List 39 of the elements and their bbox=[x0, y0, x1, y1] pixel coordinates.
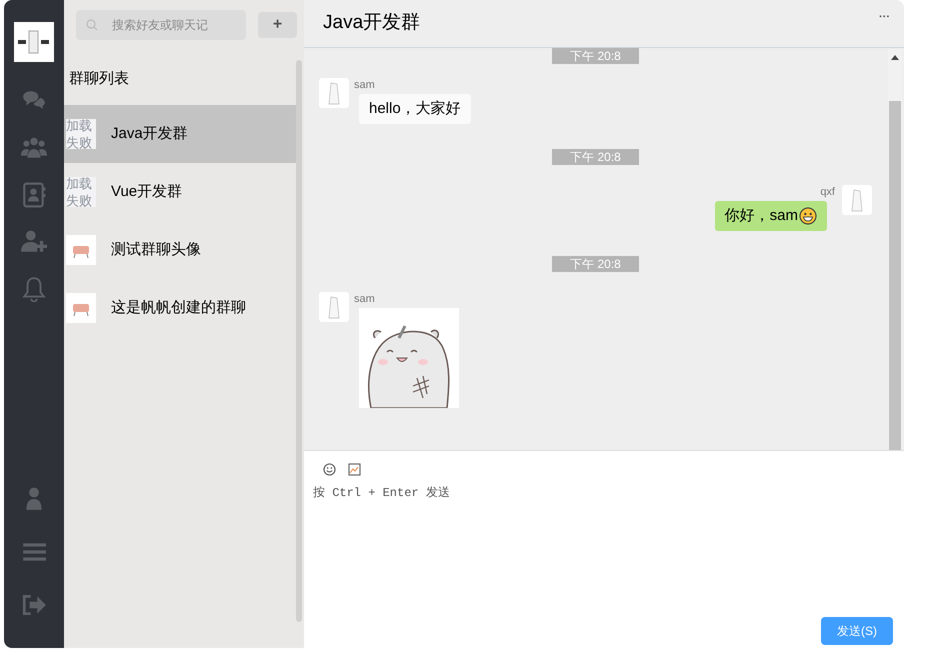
chat-list-item[interactable]: 加载失败 Vue开发群 bbox=[64, 163, 296, 221]
more-button[interactable]: ··· bbox=[879, 9, 890, 26]
sender-name: qxf bbox=[820, 185, 835, 199]
search-input[interactable]: 搜索好友或聊天记 bbox=[112, 16, 232, 34]
user-avatar bbox=[319, 292, 349, 322]
chat-name: 测试群聊头像 bbox=[111, 240, 201, 260]
sender-name: sam bbox=[354, 292, 375, 306]
search-icon bbox=[86, 19, 98, 31]
avatar-image bbox=[66, 235, 96, 265]
user-avatar bbox=[842, 185, 872, 215]
chat-list-item[interactable]: 这是帆帆创建的群聊 bbox=[64, 279, 296, 337]
bell-icon[interactable] bbox=[21, 276, 47, 302]
list-title: 群聊列表 bbox=[68, 69, 130, 88]
chat-name: 这是帆帆创建的群聊 bbox=[111, 298, 246, 318]
emoji-icon[interactable] bbox=[323, 463, 336, 476]
avatar-load-failed: 加载失败 bbox=[66, 177, 96, 207]
chat-list-item[interactable]: 测试群聊头像 bbox=[64, 221, 296, 279]
image-icon[interactable] bbox=[348, 463, 361, 476]
add-user-icon[interactable] bbox=[21, 229, 47, 255]
message-bubble: 你好，sam bbox=[714, 201, 827, 231]
logout-icon[interactable] bbox=[21, 592, 47, 618]
contacts-book-icon[interactable] bbox=[21, 182, 47, 208]
chat-name: Java开发群 bbox=[111, 124, 188, 144]
user-avatar bbox=[319, 78, 349, 108]
avatar-load-failed: 加载失败 bbox=[66, 119, 96, 149]
group-icon[interactable] bbox=[21, 135, 47, 161]
timestamp: 下午 20:8 bbox=[552, 149, 639, 165]
search-field[interactable]: 搜索好友或聊天记 bbox=[76, 10, 246, 40]
logo-drawing bbox=[17, 29, 51, 55]
timestamp: 下午 20:8 bbox=[552, 256, 639, 272]
message-bubble: hello，大家好 bbox=[359, 94, 471, 124]
chat-list-item[interactable]: 加载失败 Java开发群 bbox=[64, 105, 296, 163]
sender-name: sam bbox=[354, 78, 375, 92]
add-button[interactable]: + bbox=[258, 12, 297, 38]
chat-name: Vue开发群 bbox=[111, 182, 182, 202]
chat-title: Java开发群 bbox=[323, 11, 420, 36]
avatar-image bbox=[66, 293, 96, 323]
timestamp: 下午 20:8 bbox=[552, 48, 639, 64]
scroll-up-icon bbox=[891, 55, 899, 60]
